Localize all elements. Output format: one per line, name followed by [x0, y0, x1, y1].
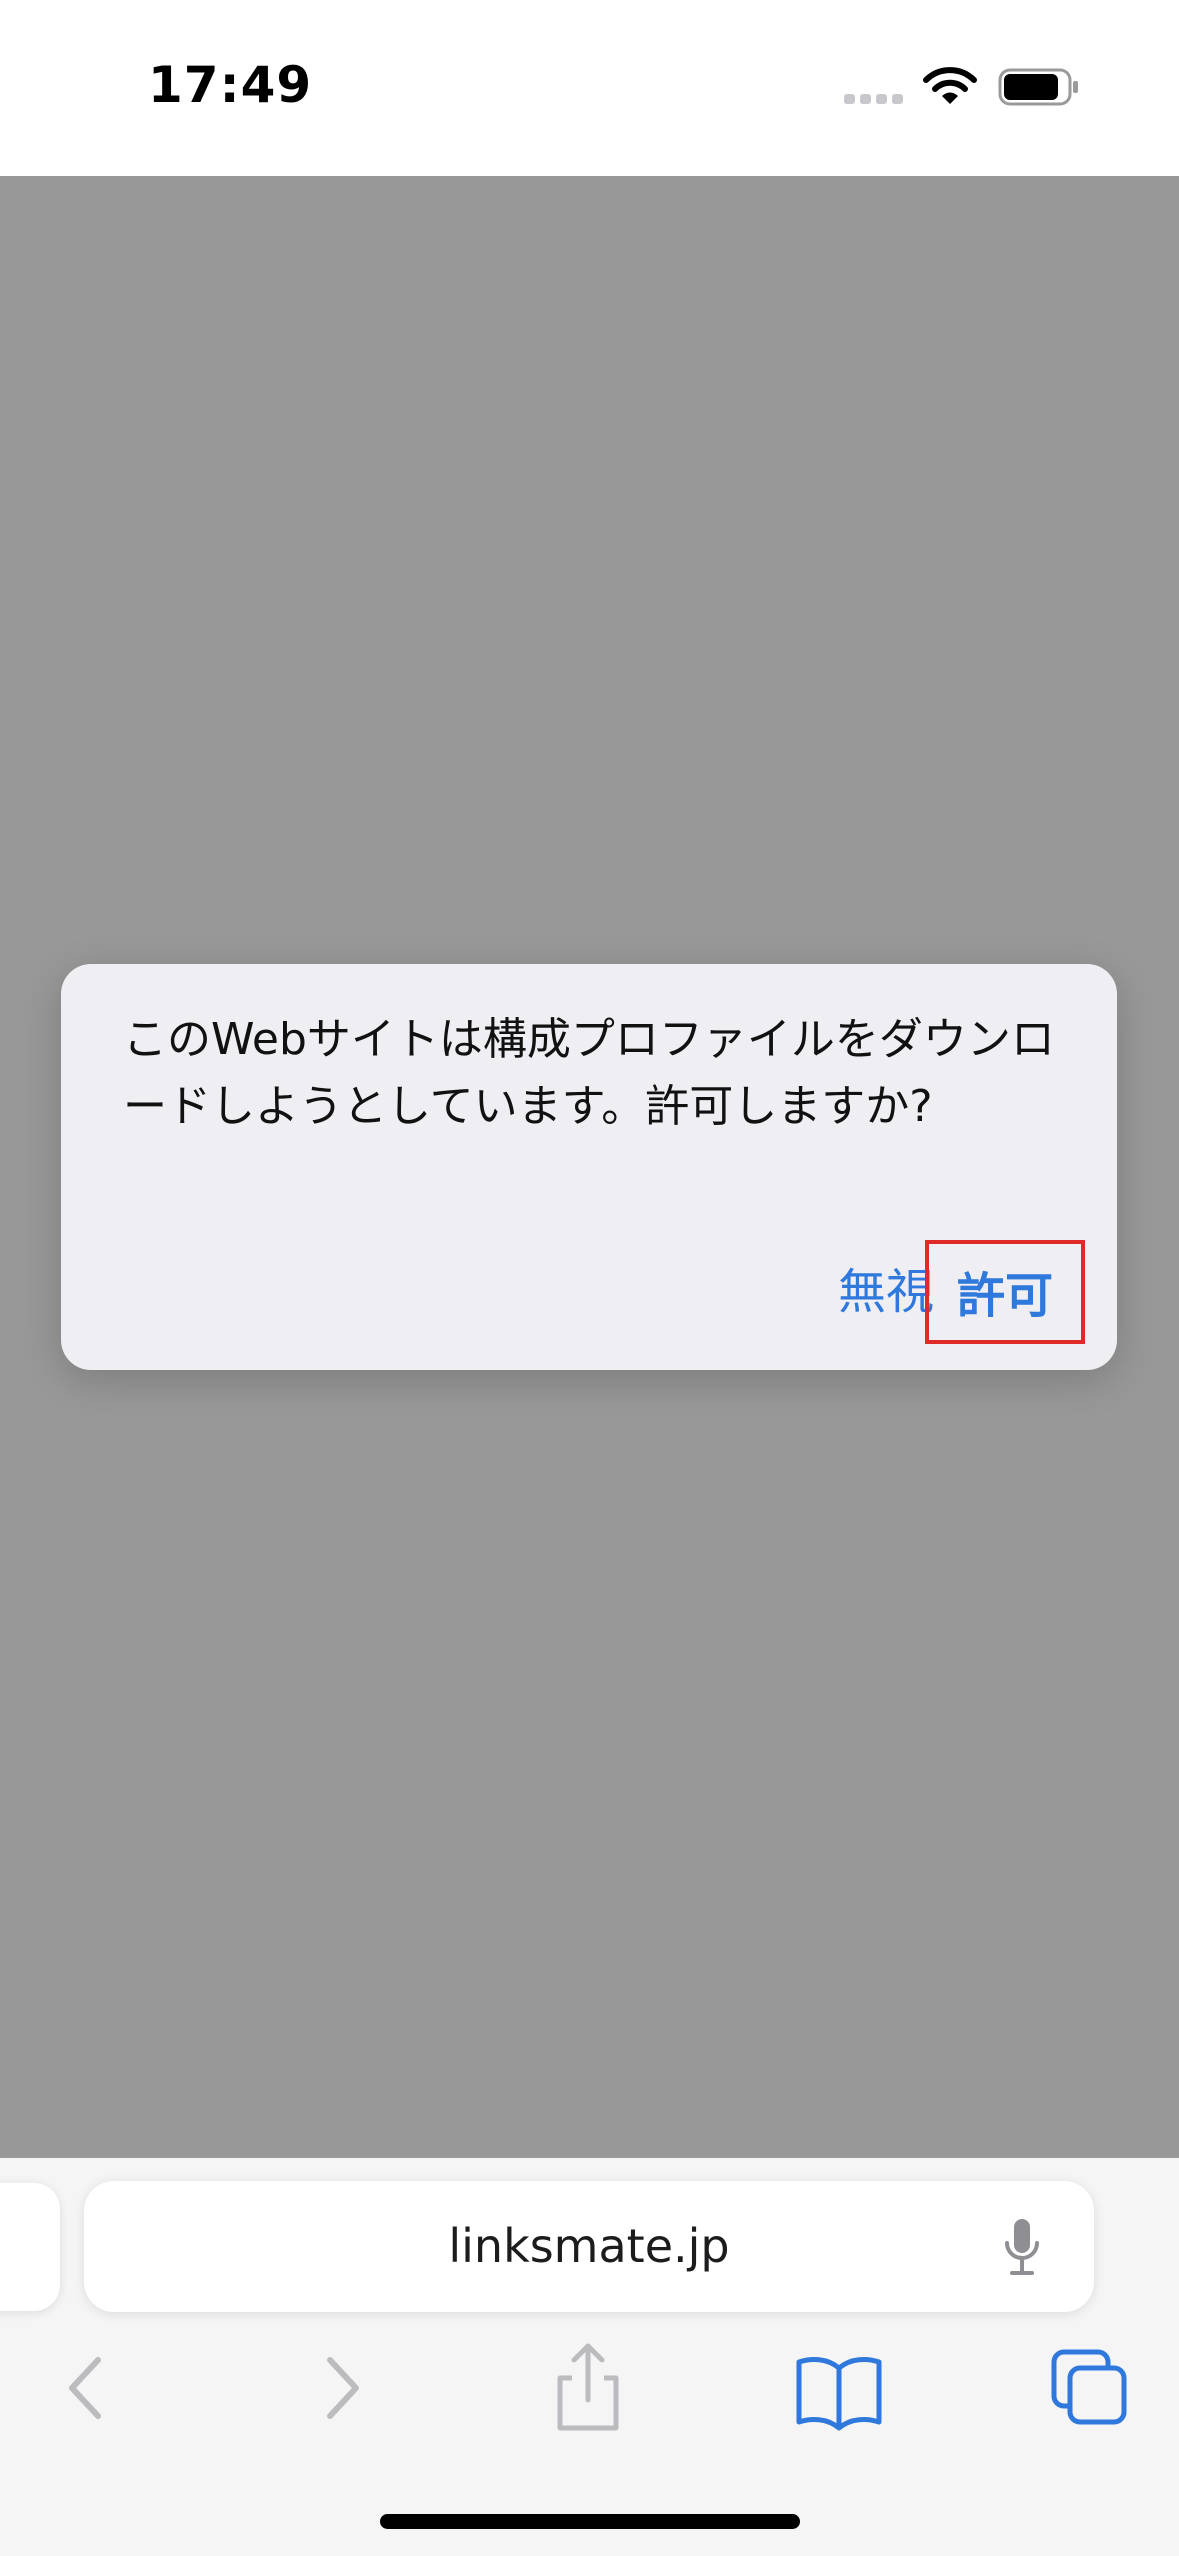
- bookmarks-icon: [796, 2357, 882, 2431]
- cellular-signal-icon: [844, 94, 904, 104]
- share-button[interactable]: [538, 2338, 638, 2438]
- back-button[interactable]: [38, 2338, 138, 2438]
- bookmarks-button[interactable]: [789, 2338, 889, 2438]
- battery-icon: [998, 68, 1078, 106]
- alert-message: このWebサイトは構成プロファイルをダウンロードしようとしています。許可しますか…: [123, 1014, 1055, 1132]
- forward-icon: [327, 2357, 359, 2419]
- safari-bottom-toolbar: linksmate.jp: [0, 2158, 1179, 2556]
- wifi-icon: [923, 67, 977, 104]
- tabs-icon: [1051, 2349, 1127, 2425]
- microphone-icon[interactable]: [1002, 2217, 1042, 2277]
- allow-button[interactable]: 許可: [925, 1240, 1085, 1344]
- share-icon: [557, 2343, 619, 2431]
- forward-button[interactable]: [290, 2338, 390, 2438]
- previous-tab-peek[interactable]: [0, 2183, 60, 2311]
- home-indicator[interactable]: [380, 2514, 800, 2529]
- tabs-button[interactable]: [1040, 2338, 1140, 2438]
- back-icon: [69, 2357, 101, 2419]
- status-time: 17:49: [148, 56, 313, 114]
- address-bar[interactable]: linksmate.jp: [84, 2181, 1094, 2312]
- address-url[interactable]: linksmate.jp: [84, 2181, 1094, 2312]
- download-profile-alert: このWebサイトは構成プロファイルをダウンロードしようとしています。許可しますか…: [61, 964, 1117, 1370]
- status-bar: 17:49: [0, 0, 1179, 176]
